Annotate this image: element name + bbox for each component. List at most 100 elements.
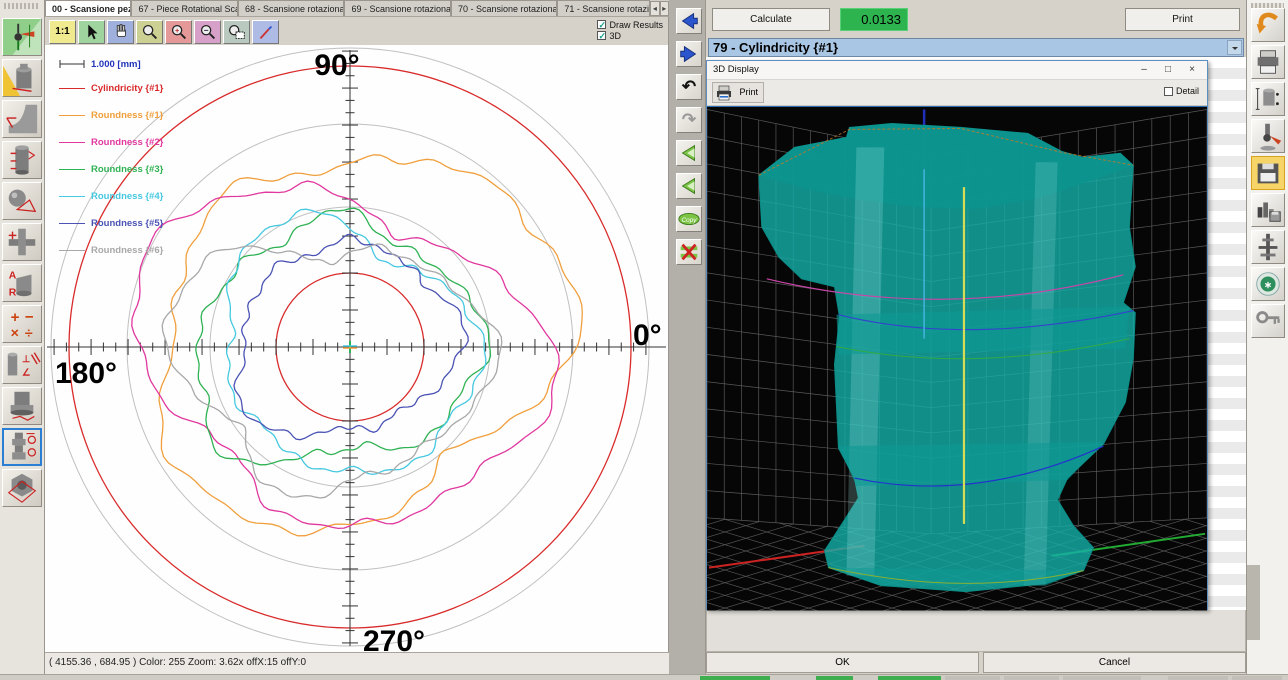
tab-scroll-right-icon[interactable]: ▸	[660, 1, 669, 16]
probe-button[interactable]	[1251, 119, 1285, 153]
tool-geometric-tolerance[interactable]: ⊥∠	[2, 346, 42, 384]
3d-viewport[interactable]	[707, 106, 1207, 610]
checkbox-box[interactable]: ✓	[597, 20, 606, 29]
tab-scroll-left-icon[interactable]: ◂	[650, 1, 659, 16]
legend-label: Roundness {#2}	[91, 137, 163, 148]
taskbar-item[interactable]	[816, 676, 853, 680]
print-button[interactable]: Print	[1125, 8, 1240, 31]
delete-button[interactable]	[676, 239, 702, 265]
calculate-button[interactable]: Calculate	[712, 8, 830, 31]
zoom-in-button[interactable]: +	[165, 20, 192, 44]
zoom-tool-icon	[137, 21, 162, 43]
zoom-1to1-button[interactable]: 1:1	[49, 20, 76, 44]
copy-button[interactable]: Copy	[676, 206, 702, 232]
3d-dialog-titlebar[interactable]: 3D Display – □ ×	[707, 61, 1207, 80]
option-checkbox[interactable]: ✓Draw Results	[597, 19, 663, 30]
cancel-button[interactable]: Cancel	[983, 652, 1246, 673]
tool-cylinder-bottom-icon	[3, 388, 41, 424]
taskbar-item[interactable]	[1168, 676, 1228, 680]
undo-button[interactable]: ↶	[676, 74, 702, 100]
application-window: AR+−×÷ ⊥∠ 00 - Scansione pezzo 167 - Piec…	[0, 0, 1288, 680]
checkbox-label: Draw Results	[609, 20, 663, 30]
nav-back-icon	[677, 9, 701, 33]
fixture-button[interactable]	[1251, 230, 1285, 264]
save-button[interactable]	[1251, 156, 1285, 190]
zoom-window-button[interactable]	[223, 20, 250, 44]
zoom-out-button[interactable]: −	[194, 20, 221, 44]
tool-nut-measure[interactable]	[2, 469, 42, 507]
part-dimension-button[interactable]	[1251, 82, 1285, 116]
minimize-icon[interactable]: –	[1133, 63, 1155, 78]
taskbar-item[interactable]	[1004, 676, 1059, 680]
step-back-alt-button[interactable]	[676, 173, 702, 199]
tool-part-setup[interactable]	[2, 59, 42, 97]
step-back-button[interactable]	[676, 140, 702, 166]
legend-line-sample	[59, 88, 85, 89]
3d-dialog-toolbar: Print Detail	[707, 80, 1207, 106]
feature-selector[interactable]: 79 - Cylindricity {#1}	[708, 38, 1244, 57]
tool-probe-scan[interactable]	[2, 18, 42, 56]
taskbar-item[interactable]	[700, 676, 770, 680]
probe-icon	[1252, 120, 1284, 152]
measure-line-icon	[253, 21, 278, 43]
chevron-down-icon[interactable]	[1227, 40, 1242, 55]
tool-sphere-measure[interactable]	[2, 182, 42, 220]
feature-selector-value: 79 - Cylindricity {#1}	[713, 40, 838, 55]
tool-cylinder-measure[interactable]	[2, 141, 42, 179]
redo-button[interactable]: ↷	[676, 107, 702, 133]
tool-roundness[interactable]	[2, 428, 42, 466]
save-results-button[interactable]	[1251, 193, 1285, 227]
print-report-button[interactable]	[1251, 45, 1285, 79]
tool-profile[interactable]	[2, 100, 42, 138]
scrollbar-thumb[interactable]	[1247, 565, 1260, 640]
maximize-icon[interactable]: □	[1157, 63, 1179, 78]
zoom-tool-button[interactable]	[136, 20, 163, 44]
tool-math[interactable]: +−×÷	[2, 305, 42, 343]
detail-checkbox[interactable]: Detail	[1164, 86, 1199, 96]
redo-icon: ↷	[677, 108, 701, 132]
tool-angle-radius[interactable]: AR	[2, 264, 42, 302]
taskbar-item[interactable]	[1232, 676, 1282, 680]
nav-forward-button[interactable]	[676, 41, 702, 67]
print-report-icon	[1252, 46, 1284, 78]
document-tab[interactable]: 69 - Scansione rotazionale {#3}	[344, 0, 450, 16]
document-tab[interactable]: 71 - Scansione rotazionale	[557, 0, 650, 16]
taskbar-item[interactable]	[878, 676, 941, 680]
document-tab[interactable]: 00 - Scansione pezzo 1	[45, 0, 131, 16]
3d-print-button[interactable]: Print	[712, 82, 764, 103]
pan-tool-button[interactable]	[107, 20, 134, 44]
svg-text:×: ×	[11, 325, 19, 341]
part-dimension-icon	[1252, 83, 1284, 115]
tool-cross-part[interactable]	[2, 223, 42, 261]
ok-button[interactable]: OK	[706, 652, 979, 673]
delete-icon	[677, 240, 701, 264]
legend-entry: Roundness {#5}	[59, 210, 163, 237]
approve-button[interactable]: ∗	[1251, 267, 1285, 301]
document-tab[interactable]: 67 - Piece Rotational Scan {#1}	[131, 0, 237, 16]
document-tab[interactable]: 68 - Scansione rotazionale {#2}	[238, 0, 344, 16]
checkbox-box[interactable]: ✓	[597, 31, 606, 40]
angle-label: 270°	[363, 625, 425, 652]
close-icon[interactable]: ×	[1181, 63, 1203, 78]
approve-icon: ∗	[1252, 268, 1284, 300]
undo-orange-button[interactable]	[1251, 8, 1285, 42]
svg-text:−: −	[204, 26, 209, 35]
polar-plot-canvas[interactable]: 90°0°180°270° 1.000 [mm]Cylindricity {#1…	[45, 45, 668, 652]
svg-text:⊥: ⊥	[22, 354, 30, 365]
legend-line-sample	[59, 142, 85, 143]
license-key-button[interactable]	[1251, 304, 1285, 338]
result-panel: Calculate 0.0133 Print 79 - Cylindricity…	[706, 0, 1246, 674]
license-key-icon	[1252, 305, 1284, 337]
measure-line-button[interactable]	[252, 20, 279, 44]
taskbar-item[interactable]	[945, 676, 1000, 680]
detail-checkbox-box[interactable]	[1164, 87, 1173, 96]
taskbar-item[interactable]	[1063, 676, 1141, 680]
tool-geometric-tolerance-icon: ⊥∠	[3, 347, 41, 383]
option-checkbox[interactable]: ✓3D	[597, 30, 663, 41]
3d-print-label: Print	[739, 87, 758, 97]
cursor-tool-button[interactable]	[78, 20, 105, 44]
nav-back-button[interactable]	[676, 8, 702, 34]
document-tab[interactable]: 70 - Scansione rotazionale {#4}	[451, 0, 557, 16]
zoom-in-icon: +	[166, 21, 191, 43]
tool-cylinder-bottom[interactable]	[2, 387, 42, 425]
